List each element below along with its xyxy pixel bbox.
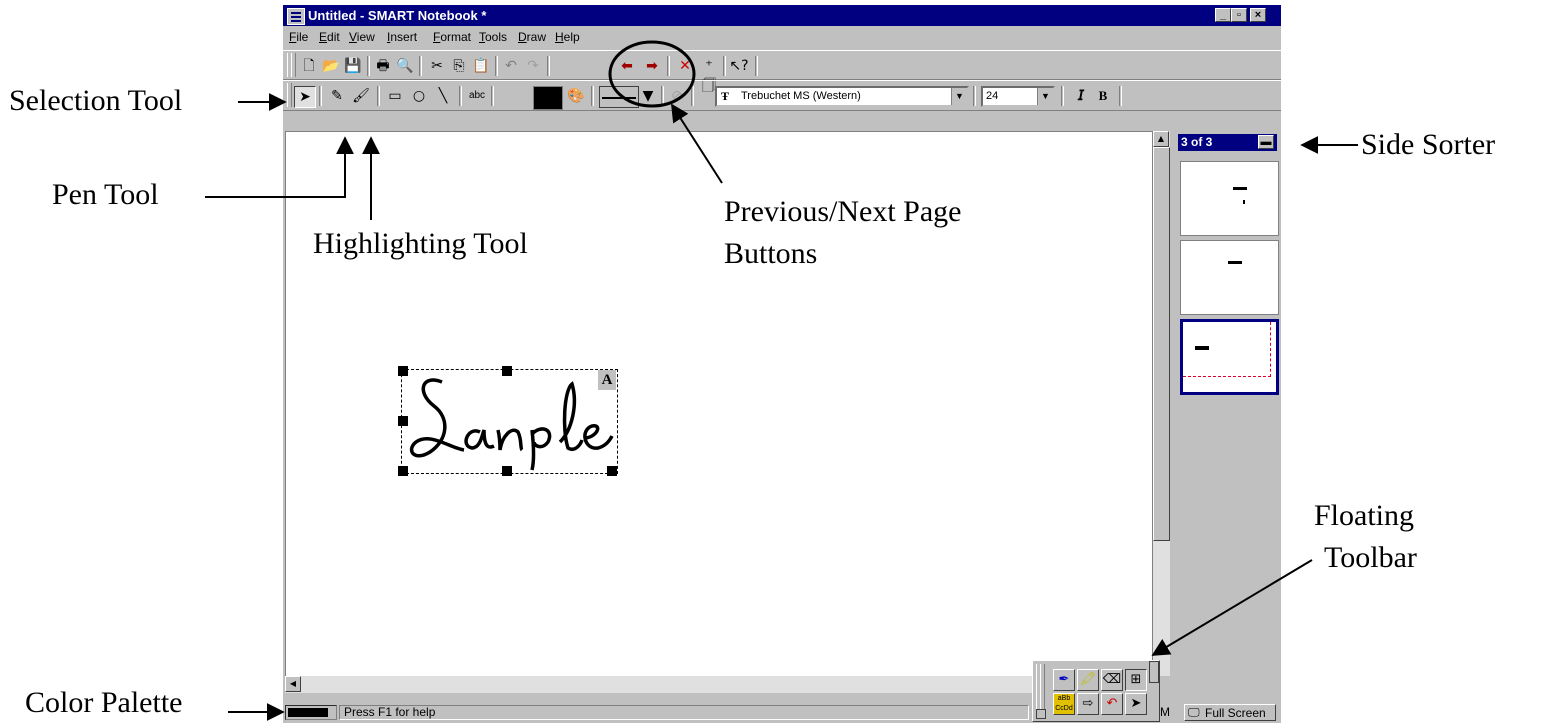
floating-arrow bbox=[1151, 559, 1313, 656]
prev-next-arrow bbox=[671, 103, 723, 184]
pen-arrow bbox=[205, 136, 354, 198]
prev-next-circle bbox=[608, 40, 696, 108]
annotation-arrows bbox=[205, 40, 1358, 721]
